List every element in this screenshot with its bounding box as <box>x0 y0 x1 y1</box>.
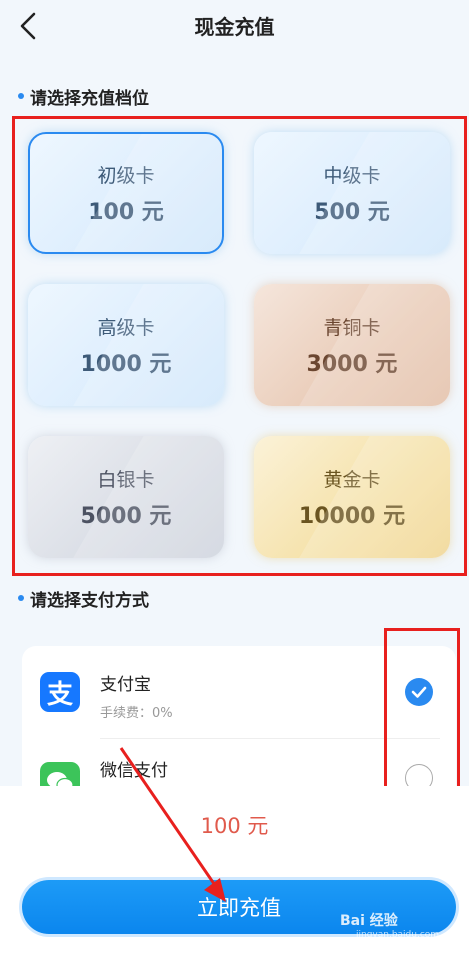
bullet-dot-icon <box>18 595 24 601</box>
total-amount: 100 元 <box>200 814 269 838</box>
tier-highlight-box <box>12 116 467 576</box>
radio-highlight-box <box>384 628 460 800</box>
tier-section-label: 请选择充值档位 <box>18 84 149 109</box>
page-title: 现金充值 <box>194 15 275 39</box>
pay-section-label: 请选择支付方式 <box>18 586 149 611</box>
payment-name: 支付宝 <box>100 675 151 695</box>
bullet-dot-icon <box>18 93 24 99</box>
watermark-logo: Bai 经验 <box>340 913 398 929</box>
pay-section-text: 请选择支付方式 <box>30 591 149 611</box>
tier-section-text: 请选择充值档位 <box>30 89 149 109</box>
payment-name: 微信支付 <box>100 761 168 781</box>
alipay-icon: 支 <box>40 672 80 712</box>
watermark-url: jingyan.baidu.com <box>356 930 440 940</box>
payment-fee: 手续费：0% <box>100 706 173 721</box>
header: 现金充值 <box>0 0 469 52</box>
